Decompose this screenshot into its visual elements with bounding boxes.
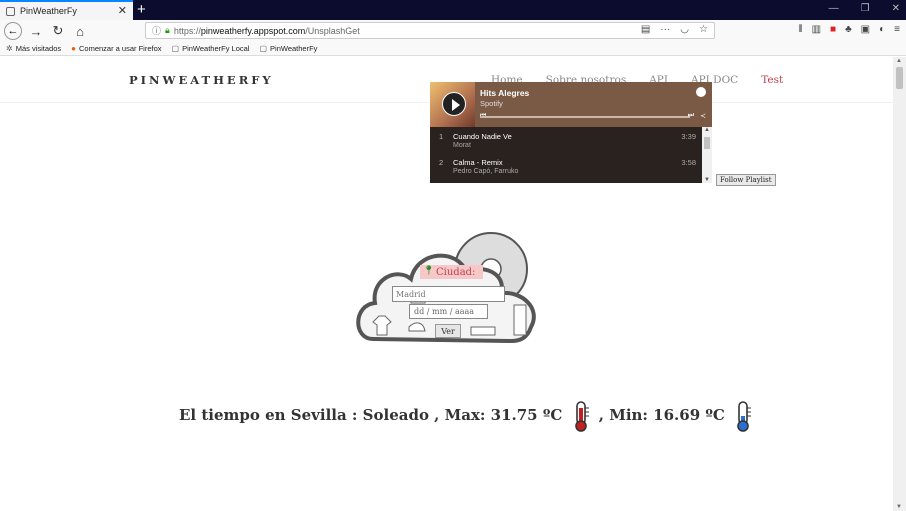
bookmark-mas-visitados[interactable]: ✲ Más visitados [6, 44, 61, 53]
extension-red-icon[interactable]: ■ [830, 24, 836, 35]
track-name: Cuando Nadie Ve [453, 132, 512, 141]
bookmark-firefox[interactable]: ● Comenzar a usar Firefox [71, 44, 161, 53]
scroll-thumb[interactable] [896, 67, 903, 89]
page-icon [6, 6, 15, 16]
weather-max-text: El tiempo en Sevilla : Soleado , Max: 31… [179, 406, 563, 424]
url-path: /UnsplashGet [305, 25, 360, 36]
url-host: pinweatherfy.appspot.com [200, 25, 306, 36]
forward-icon[interactable]: → [28, 24, 44, 39]
info-icon[interactable]: ⓘ [152, 24, 161, 37]
page-icon: ▢ [171, 44, 180, 53]
track-artist: Morat [453, 142, 471, 149]
spotify-logo-icon[interactable] [696, 87, 706, 97]
screenshot-icon[interactable]: ▣ [861, 24, 870, 35]
bookmark-pinweatherfy-local[interactable]: ▢ PinWeatherFy Local [172, 44, 250, 53]
reload-icon[interactable]: ↻ [50, 23, 66, 39]
city-input[interactable] [392, 286, 505, 302]
track-row[interactable]: 1 Cuando Nadie Ve Morat 3:39 [430, 127, 702, 153]
next-icon[interactable]: ⏭ [688, 112, 694, 120]
bookmark-label: PinWeatherFy Local [182, 44, 250, 53]
tab-title: PinWeatherFy [20, 6, 77, 16]
tab-pinweatherfy[interactable]: PinWeatherFy ✕ [0, 0, 133, 20]
bookmark-star-icon[interactable]: ☆ [699, 24, 708, 35]
track-duration: 3:39 [681, 132, 696, 141]
scroll-up-icon[interactable]: ▲ [896, 58, 902, 64]
bookmarks-bar: ✲ Más visitados ● Comenzar a usar Firefo… [0, 42, 906, 56]
reader-view-icon[interactable]: ▤ [641, 24, 650, 35]
bookmark-label: PinWeatherFy [270, 44, 318, 53]
home-icon[interactable]: ⌂ [72, 24, 88, 39]
navigation-bar: ← → ↻ ⌂ ⓘ 🔒︎ https:// pinweatherfy.appsp… [0, 20, 906, 42]
scroll-down-icon[interactable]: ▼ [704, 177, 710, 183]
address-bar[interactable]: ⓘ 🔒︎ https:// pinweatherfy.appspot.com /… [145, 22, 715, 39]
playlist-title[interactable]: Hits Alegres [480, 88, 529, 98]
progress-bar[interactable] [480, 116, 690, 118]
minimize-icon[interactable]: — [829, 3, 839, 14]
weather-summary: El tiempo en Sevilla : Soleado , Max: 31… [179, 400, 756, 432]
track-artist: Pedro Capó, Farruko [453, 168, 519, 175]
track-list-scrollbar[interactable]: ▲ ▼ [702, 127, 712, 183]
sidebar-icon[interactable]: ▥ [812, 24, 821, 35]
maximize-icon[interactable]: ❐ [861, 3, 870, 14]
track-row[interactable]: 2 Calma - Remix Pedro Capó, Farruko 3:58 [430, 153, 702, 179]
menu-test[interactable]: Test [761, 74, 783, 86]
toolbar-right: ⫴ ▥ ■ ♣ ▣ ◐ ≡ [798, 24, 900, 35]
menu-icon[interactable]: ≡ [894, 24, 900, 35]
library-icon[interactable]: ⫴ [798, 24, 802, 35]
scroll-thumb[interactable] [704, 137, 710, 149]
bookmark-label: Más visitados [15, 44, 62, 53]
lock-icon[interactable]: 🔒︎ [165, 25, 170, 36]
track-number: 2 [439, 158, 444, 167]
extension-icon[interactable]: ♣ [845, 24, 852, 35]
track-number: 1 [439, 132, 444, 141]
page-icon: ▢ [259, 44, 268, 53]
city-label: 📍︎ Ciudad: [420, 265, 483, 279]
track-name: Calma - Remix [453, 158, 503, 167]
page-scrollbar[interactable]: ▲ ▼ [893, 57, 906, 511]
pocket-icon[interactable]: ◡ [680, 24, 689, 35]
thermometer-hot-icon [574, 401, 589, 432]
back-icon[interactable]: ← [4, 22, 22, 40]
share-icon[interactable]: ≺ [700, 112, 706, 120]
location-pin-icon: 📍︎ [423, 266, 435, 276]
brand-logo[interactable]: PINWEATHERFY [129, 73, 274, 87]
firefox-icon: ● [71, 44, 76, 53]
city-label-text: Ciudad: [436, 266, 476, 278]
tab-bar: PinWeatherFy ✕ + — ❐ ✕ [0, 0, 906, 20]
date-input[interactable]: dd / mm / aaaa [409, 304, 488, 319]
bookmark-pinweatherfy[interactable]: ▢ PinWeatherFy [259, 44, 317, 53]
track-list: 1 Cuando Nadie Ve Morat 3:39 2 Calma - R… [430, 127, 702, 183]
weather-min-text: , Min: 16.69 ºC [598, 406, 725, 424]
page-actions-icon[interactable]: ··· [660, 24, 670, 35]
spotify-player: Hits Alegres Spotify ⏮ ⏭ ≺ 1 Cuando Nadi… [430, 82, 712, 183]
thermometer-cold-icon [737, 401, 752, 432]
scroll-down-icon[interactable]: ▼ [896, 504, 902, 510]
url-prefix: https:// [173, 25, 201, 36]
bookmark-label: Comenzar a usar Firefox [78, 44, 162, 53]
scroll-up-icon[interactable]: ▲ [704, 127, 710, 133]
playlist-source: Spotify [480, 99, 503, 108]
new-tab-icon[interactable]: + [137, 1, 146, 18]
play-icon[interactable] [442, 92, 466, 116]
gear-icon: ✲ [6, 44, 13, 53]
ver-button[interactable]: Ver [435, 324, 461, 338]
sync-icon[interactable]: ◐ [879, 24, 885, 35]
window-controls: — ❐ ✕ [829, 3, 900, 14]
close-window-icon[interactable]: ✕ [892, 3, 900, 14]
follow-playlist-button[interactable]: Follow Playlist [716, 174, 776, 186]
track-duration: 3:58 [681, 158, 696, 167]
close-tab-icon[interactable]: ✕ [118, 4, 127, 17]
